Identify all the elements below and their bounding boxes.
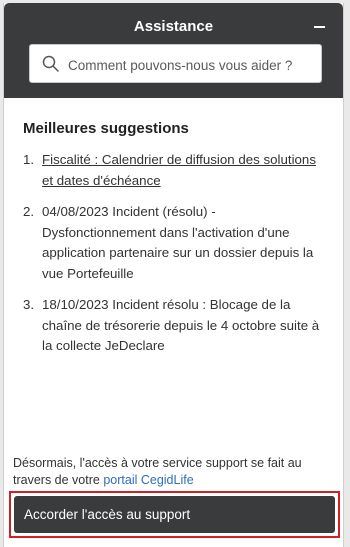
list-item: 2. 04/08/2023 Incident (résolu) - Dysfon… (23, 202, 325, 284)
assistance-panel: Assistance Meilleures suggestions 1. Fis… (3, 3, 344, 547)
list-item: 1. Fiscalité : Calendrier de diffusion d… (23, 150, 325, 191)
list-item: 3. 18/10/2023 Incident résolu : Blocage … (23, 295, 325, 357)
suggestions-heading: Meilleures suggestions (23, 120, 189, 137)
item-number: 3. (23, 297, 35, 312)
search-box[interactable] (29, 44, 322, 83)
minimize-icon[interactable] (311, 16, 331, 36)
cegidlife-portal-link[interactable]: portail CegidLife (103, 473, 193, 487)
panel-title: Assistance (133, 18, 214, 35)
suggestions-list: 1. Fiscalité : Calendrier de diffusion d… (23, 150, 325, 368)
search-input[interactable] (66, 53, 320, 77)
search-icon (42, 55, 59, 72)
suggestion-link-fiscalite[interactable]: Fiscalité : Calendrier de diffusion des … (42, 152, 316, 188)
suggestion-text-incident-tresorerie[interactable]: 18/10/2023 Incident résolu : Blocage de … (42, 297, 319, 353)
item-number: 2. (23, 204, 35, 219)
support-note: Désormais, l'accès à votre service suppo… (13, 455, 343, 489)
suggestion-text-incident-activation[interactable]: 04/08/2023 Incident (résolu) - Dysfoncti… (42, 204, 313, 281)
panel-header: Assistance (4, 3, 343, 98)
support-button-highlight: Accorder l'accès au support (9, 491, 340, 538)
grant-support-access-button[interactable]: Accorder l'accès au support (14, 496, 335, 533)
item-number: 1. (23, 152, 35, 167)
